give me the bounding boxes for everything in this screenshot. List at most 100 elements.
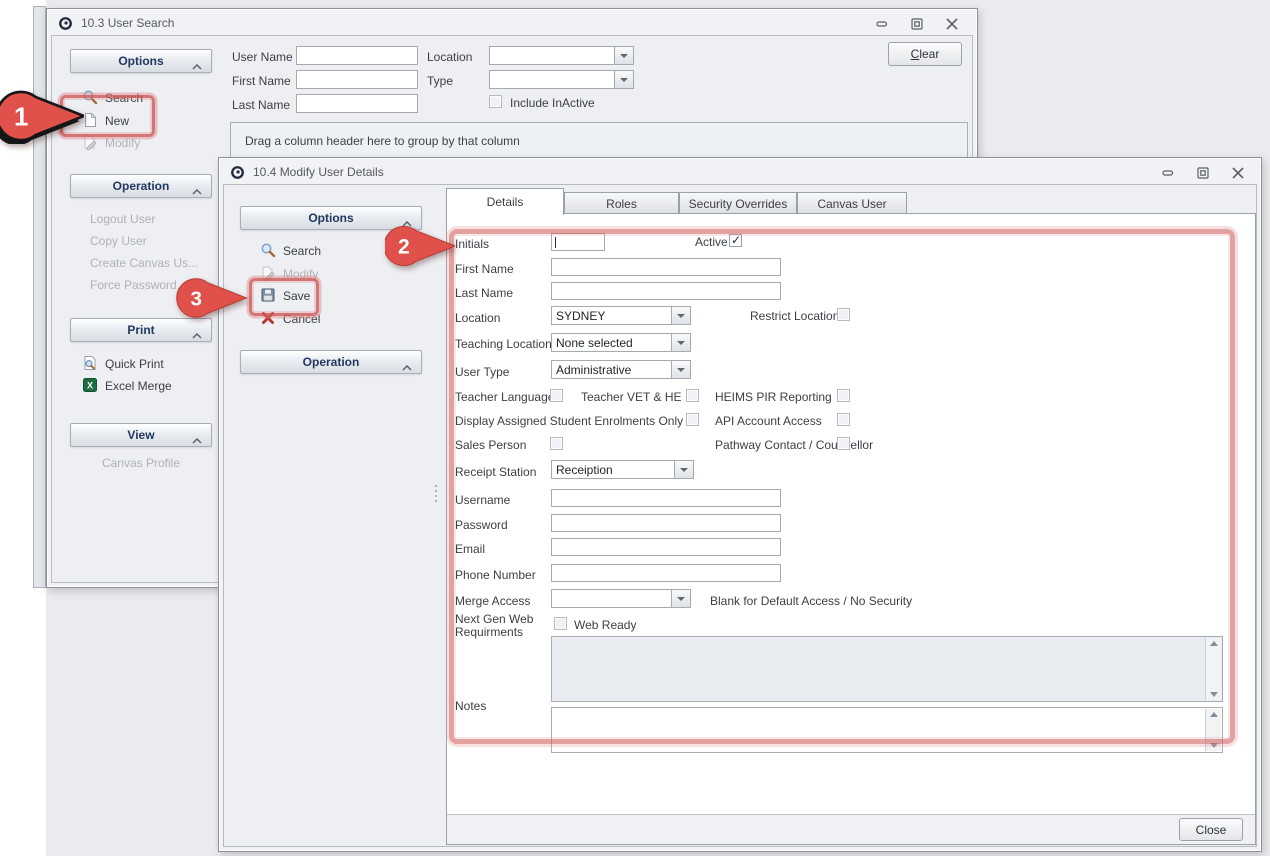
restrict-location-label: Restrict Location: [750, 309, 839, 323]
svg-text:1: 1: [14, 103, 28, 131]
minimize-icon[interactable]: [1161, 167, 1175, 179]
teacher-language-checkbox[interactable]: [550, 389, 563, 402]
sidebar-splitter-handle[interactable]: [432, 485, 440, 509]
sidebar-item-save[interactable]: Save: [260, 286, 310, 304]
chevron-up-icon: [192, 328, 202, 342]
group-header-options[interactable]: Options: [70, 49, 212, 73]
first-name-label: First Name: [455, 262, 514, 276]
sidebar-item-create-canvas-user: Create Canvas Us...: [90, 254, 198, 272]
phone-number-input[interactable]: [551, 564, 781, 582]
dropdown-arrow-icon[interactable]: [614, 47, 633, 64]
group-header-view[interactable]: View: [70, 423, 212, 447]
initials-input[interactable]: [551, 233, 605, 251]
modify-page-pencil-icon: [82, 134, 98, 150]
last-name-input[interactable]: [551, 282, 781, 300]
scroll-up-icon: [1210, 712, 1218, 717]
group-header-options[interactable]: Options: [240, 206, 422, 230]
dropdown-arrow-icon[interactable]: [671, 334, 690, 351]
scroll-up-icon: [1210, 641, 1218, 646]
restrict-location-checkbox[interactable]: [837, 308, 850, 321]
username-label: Username: [455, 493, 510, 507]
user-name-input[interactable]: [296, 46, 418, 65]
maximize-icon[interactable]: [910, 18, 924, 30]
web-ready-checkbox[interactable]: [554, 617, 567, 630]
clear-button[interactable]: Clear: [888, 42, 962, 66]
tab-roles[interactable]: Roles: [564, 192, 679, 214]
next-gen-label: Next Gen Web Requirments: [455, 613, 545, 639]
sidebar-item-search[interactable]: Search: [82, 88, 143, 106]
dropdown-arrow-icon[interactable]: [671, 361, 690, 378]
email-input[interactable]: [551, 538, 781, 556]
merge-access-label: Merge Access: [455, 594, 530, 608]
dropdown-arrow-icon[interactable]: [614, 71, 633, 88]
receipt-station-select[interactable]: Receiption: [551, 460, 694, 479]
sales-person-label: Sales Person: [455, 438, 526, 452]
group-header-operation[interactable]: Operation: [240, 350, 422, 374]
grid-groupby-hint: Drag a column header here to group by th…: [231, 123, 967, 148]
display-assigned-checkbox[interactable]: [686, 413, 699, 426]
tab-details[interactable]: Details: [446, 188, 564, 215]
scroll-down-icon: [1210, 692, 1218, 697]
sidebar-item-force-password: Force Password...: [90, 276, 187, 294]
dropdown-arrow-icon[interactable]: [671, 590, 690, 607]
teacher-vet-he-label: Teacher VET & HE: [581, 390, 682, 404]
notes-label: Notes: [455, 699, 486, 713]
sidebar-item-quick-print[interactable]: Quick Print: [82, 354, 164, 372]
heims-pir-checkbox[interactable]: [837, 389, 850, 402]
chevron-up-icon: [192, 59, 202, 73]
teaching-locations-select[interactable]: None selected: [551, 333, 691, 352]
first-name-input[interactable]: [551, 258, 781, 276]
last-name-input[interactable]: [296, 94, 418, 113]
teacher-vet-he-checkbox[interactable]: [686, 389, 699, 402]
group-header-print[interactable]: Print: [70, 318, 212, 342]
close-icon[interactable]: [945, 18, 959, 30]
next-gen-textarea[interactable]: [551, 636, 1223, 702]
sales-person-checkbox[interactable]: [550, 437, 563, 450]
group-header-operation[interactable]: Operation: [70, 174, 212, 198]
tab-canvas-user[interactable]: Canvas User: [797, 192, 907, 214]
api-access-checkbox[interactable]: [837, 413, 850, 426]
location-select[interactable]: [489, 46, 634, 65]
print-preview-icon: [82, 355, 98, 371]
textarea-scrollbar[interactable]: [1205, 638, 1221, 700]
textarea-scrollbar[interactable]: [1205, 709, 1221, 751]
merge-access-note: Blank for Default Access / No Security: [710, 594, 912, 608]
initials-label: Initials: [455, 237, 489, 251]
receipt-station-label: Receipt Station: [455, 465, 536, 479]
scroll-down-icon: [1210, 743, 1218, 748]
teaching-locations-label: Teaching Locations: [455, 337, 558, 351]
last-name-label: Last Name: [455, 286, 513, 300]
location-select[interactable]: SYDNEY: [551, 306, 691, 325]
user-name-label: User Name: [232, 50, 293, 64]
dropdown-arrow-icon[interactable]: [671, 307, 690, 324]
dropdown-arrow-icon[interactable]: [674, 461, 693, 478]
sidebar-item-cancel[interactable]: Cancel: [260, 309, 320, 327]
password-input[interactable]: [551, 514, 781, 532]
pathway-contact-checkbox[interactable]: [837, 437, 850, 450]
sidebar-item-search[interactable]: Search: [260, 241, 321, 259]
tab-security-overrides[interactable]: Security Overrides: [679, 192, 797, 214]
maximize-icon[interactable]: [1196, 167, 1210, 179]
type-select[interactable]: [489, 70, 634, 89]
sidebar-item-excel-merge[interactable]: X Excel Merge: [82, 376, 172, 394]
sidebar-item-copy-user: Copy User: [90, 232, 147, 250]
last-name-label: Last Name: [232, 98, 290, 112]
teacher-language-label: Teacher Language: [455, 390, 554, 404]
chevron-up-icon: [402, 216, 412, 230]
minimize-icon[interactable]: [875, 18, 889, 30]
close-button[interactable]: Close: [1179, 818, 1243, 841]
first-name-input[interactable]: [296, 70, 418, 89]
location-label: Location: [455, 311, 500, 325]
active-checkbox[interactable]: [729, 234, 742, 247]
search-icon: [260, 242, 276, 258]
merge-access-select[interactable]: [551, 589, 691, 608]
notes-textarea[interactable]: [551, 707, 1223, 753]
user-type-select[interactable]: Administrative: [551, 360, 691, 379]
username-input[interactable]: [551, 489, 781, 507]
app-logo-icon: [230, 165, 245, 180]
close-icon[interactable]: [1231, 167, 1245, 179]
search-icon: [82, 89, 98, 105]
chevron-up-icon: [192, 184, 202, 198]
sidebar-item-new[interactable]: New: [82, 111, 129, 129]
include-inactive-checkbox[interactable]: [489, 95, 502, 108]
